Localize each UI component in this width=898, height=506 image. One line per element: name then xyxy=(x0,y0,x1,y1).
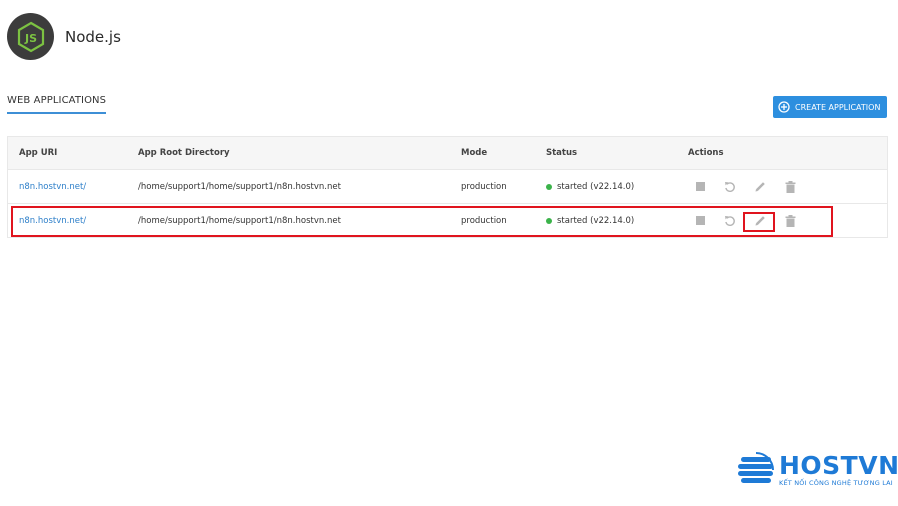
column-header-app-root: App Root Directory xyxy=(138,148,230,158)
edit-button-highlight-box xyxy=(743,212,775,232)
column-header-app-uri: App URI xyxy=(19,148,58,158)
column-header-mode: Mode xyxy=(461,148,488,158)
hostvn-brand: HOSTVN KẾT NỐI CÔNG NGHỆ TƯƠNG LAI xyxy=(737,452,898,488)
page-title: Node.js xyxy=(65,27,121,46)
stop-icon[interactable] xyxy=(692,179,708,195)
trash-icon[interactable] xyxy=(782,179,798,195)
app-root-directory: /home/support1/home/support1/n8n.hostvn.… xyxy=(138,181,341,192)
table-header: App URI App Root Directory Mode Status A… xyxy=(7,136,888,170)
app-mode: production xyxy=(461,181,507,192)
restart-icon[interactable] xyxy=(722,179,738,195)
column-header-status: Status xyxy=(546,148,578,158)
status-text: started (v22.14.0) xyxy=(557,181,635,192)
page-header: JS Node.js xyxy=(7,13,121,60)
row-actions xyxy=(692,179,812,195)
create-application-label: CREATE APPLICATION xyxy=(795,102,881,112)
edit-pencil-icon[interactable] xyxy=(752,179,768,195)
row-highlight-box xyxy=(11,206,833,237)
tab-web-applications[interactable]: WEB APPLICATIONS xyxy=(7,95,107,114)
table-row: n8n.hostvn.net/ /home/support1/home/supp… xyxy=(7,170,888,204)
globe-logo-icon xyxy=(738,452,774,483)
plus-circle-icon xyxy=(778,101,790,113)
brand-name: HOSTVN xyxy=(779,451,898,480)
app-status: started (v22.14.0) xyxy=(546,182,634,192)
app-uri-link[interactable]: n8n.hostvn.net/ xyxy=(19,182,86,192)
svg-text:JS: JS xyxy=(23,32,36,45)
column-header-actions: Actions xyxy=(688,148,724,158)
brand-slogan: KẾT NỐI CÔNG NGHỆ TƯƠNG LAI xyxy=(779,479,893,487)
nodejs-logo-icon: JS xyxy=(7,13,54,60)
create-application-button[interactable]: CREATE APPLICATION xyxy=(773,96,887,118)
status-dot-icon xyxy=(546,183,552,190)
